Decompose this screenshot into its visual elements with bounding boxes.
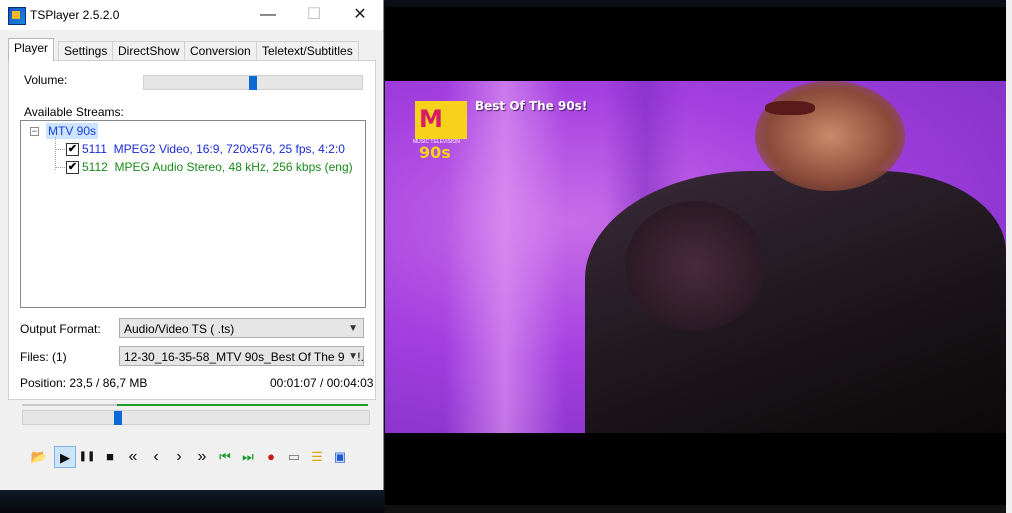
mtv-logo: M <box>415 101 467 139</box>
files-select[interactable]: 12-30_16-35-58_MTV 90s_Best Of The 90s!.… <box>119 346 364 366</box>
teletext-button[interactable]: ☰ <box>306 446 328 468</box>
output-format-label: Output Format: <box>20 322 101 336</box>
stream-audio-checkbox[interactable]: ✔ <box>66 161 79 174</box>
pause-icon: ❚❚ <box>78 451 96 462</box>
files-value: 12-30_16-35-58_MTV 90s_Best Of The 90s!.… <box>124 350 364 364</box>
next-file-button[interactable]: ⏭ <box>237 446 259 468</box>
skip-forward-icon: ⏭ <box>242 449 254 464</box>
maximize-button[interactable]: ☐ <box>291 0 337 30</box>
screenshot-icon: ▭ <box>287 449 301 464</box>
video-figure-head <box>755 81 905 191</box>
desktop-strip <box>384 505 1012 513</box>
channel-90s-label: 90s <box>419 143 451 162</box>
buffer-progress-bar <box>117 404 368 406</box>
stream-description: MPEG2 Video, 16:9, 720x576, 25 fps, 4:2:… <box>113 142 345 156</box>
video-window[interactable]: M MUSIC TELEVISION 90s Best Of The 90s! <box>385 7 1006 505</box>
files-label: Files: (1) <box>20 350 67 364</box>
fullscreen-icon: ▣ <box>333 449 347 464</box>
fullscreen-button[interactable]: ▣ <box>329 446 351 468</box>
tsplayer-window: TSPlayer 2.5.2.0 — ☐ ✕ Player Settings D… <box>0 0 384 490</box>
stream-video-item[interactable]: 5111 MPEG2 Video, 16:9, 720x576, 25 fps,… <box>82 141 345 157</box>
streams-tree[interactable]: − MTV 90s ✔ 5111 MPEG2 Video, 16:9, 720x… <box>20 120 366 308</box>
tab-directshow[interactable]: DirectShow <box>112 41 186 60</box>
title-bar[interactable]: TSPlayer 2.5.2.0 — ☐ ✕ <box>0 0 383 30</box>
stop-icon: ■ <box>106 449 114 464</box>
time-display: 00:01:07 / 00:04:03 <box>270 376 374 390</box>
rewind-icon: ‹ <box>153 448 159 465</box>
rewind-fast-button[interactable]: « <box>122 446 144 468</box>
stop-button[interactable]: ■ <box>99 446 121 468</box>
folder-icon: 📂 <box>30 449 48 464</box>
previous-file-button[interactable]: ⏮ <box>214 446 236 468</box>
chevron-down-icon: ▼ <box>348 323 358 334</box>
position-label: Position: 23,5 / 86,7 MB <box>20 376 148 390</box>
buffer-background <box>22 404 118 406</box>
tree-root-channel[interactable]: MTV 90s <box>46 123 99 139</box>
pause-button[interactable]: ❚❚ <box>76 446 98 468</box>
tree-line <box>55 167 65 168</box>
background-window-edge <box>1006 0 1012 513</box>
rewind-fast-icon: « <box>128 448 138 465</box>
seek-slider[interactable] <box>22 410 370 425</box>
tree-line <box>55 149 65 150</box>
mtv-logo-letter: M <box>419 105 443 133</box>
play-button[interactable]: ▶ <box>54 446 76 468</box>
tab-conversion[interactable]: Conversion <box>184 41 257 60</box>
forward-icon: › <box>176 448 182 465</box>
minimize-button[interactable]: — <box>245 0 291 30</box>
rewind-button[interactable]: ‹ <box>145 446 167 468</box>
output-format-value: Audio/Video TS ( .ts) <box>124 322 235 336</box>
forward-fast-button[interactable]: » <box>191 446 213 468</box>
window-title: TSPlayer 2.5.2.0 <box>30 8 120 22</box>
stream-pid: 5111 <box>82 142 107 156</box>
skip-back-icon: ⏮ <box>219 449 231 464</box>
screenshot-button[interactable]: ▭ <box>283 446 305 468</box>
open-folder-button[interactable]: 📂 <box>28 446 50 468</box>
stream-pid: 5112 <box>82 160 108 174</box>
volume-label: Volume: <box>24 73 68 87</box>
stream-description: MPEG Audio Stereo, 48 kHz, 256 kbps (eng… <box>114 160 353 174</box>
forward-button[interactable]: › <box>168 446 190 468</box>
video-figure-glasses <box>765 101 815 115</box>
tab-settings[interactable]: Settings <box>58 41 114 60</box>
record-button[interactable]: ● <box>260 446 282 468</box>
tab-teletext-subtitles[interactable]: Teletext/Subtitles <box>256 41 359 60</box>
video-frame[interactable]: M MUSIC TELEVISION 90s Best Of The 90s! <box>385 81 1006 433</box>
video-figure-arm <box>625 201 765 331</box>
stream-video-checkbox[interactable]: ✔ <box>66 143 79 156</box>
volume-slider-thumb[interactable] <box>249 76 257 90</box>
tree-line <box>55 137 57 170</box>
seek-slider-thumb[interactable] <box>114 411 123 425</box>
chevron-down-icon: ▼ <box>345 347 358 365</box>
available-streams-label: Available Streams: <box>24 105 124 119</box>
play-icon: ▶ <box>60 450 70 465</box>
output-format-select[interactable]: Audio/Video TS ( .ts) ▼ <box>119 318 364 338</box>
record-icon: ● <box>267 449 275 464</box>
stream-audio-item[interactable]: 5112 MPEG Audio Stereo, 48 kHz, 256 kbps… <box>82 159 353 175</box>
show-title: Best Of The 90s! <box>475 99 588 113</box>
close-button[interactable]: ✕ <box>337 0 383 30</box>
forward-fast-icon: » <box>197 448 207 465</box>
volume-slider[interactable] <box>143 75 363 90</box>
collapse-icon[interactable]: − <box>30 127 39 136</box>
app-icon <box>8 7 26 25</box>
teletext-icon: ☰ <box>311 449 323 464</box>
tab-player[interactable]: Player <box>8 38 55 61</box>
